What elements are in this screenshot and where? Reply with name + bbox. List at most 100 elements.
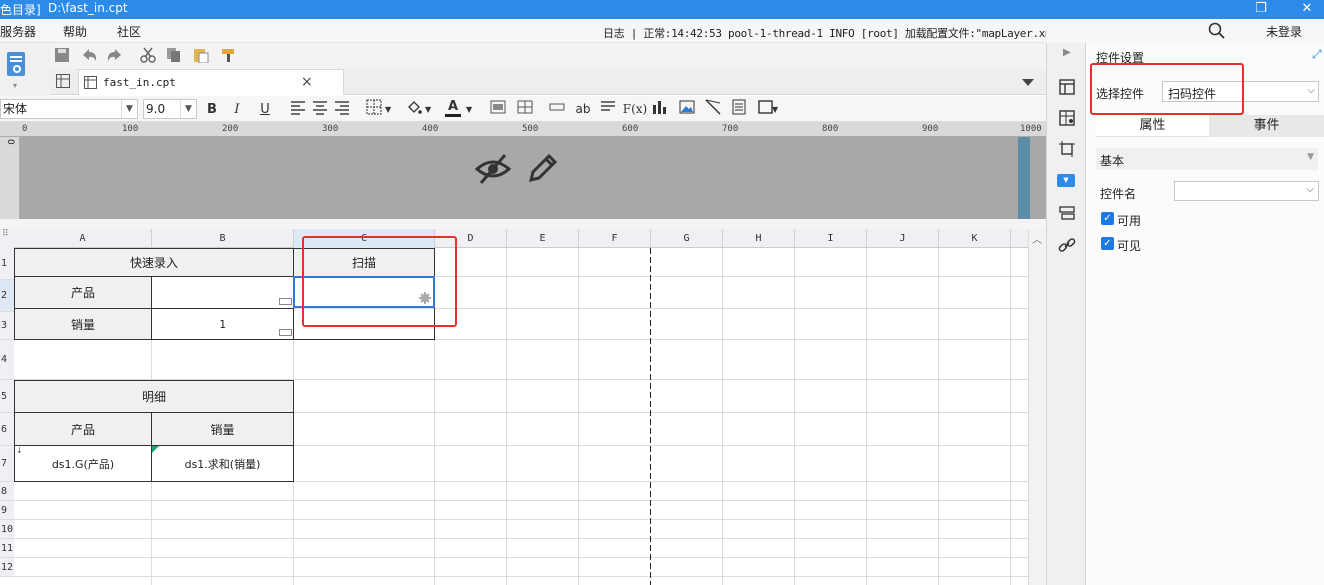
cell-element-icon[interactable] bbox=[1057, 108, 1077, 128]
row-4[interactable]: 4 bbox=[0, 340, 14, 380]
search-icon[interactable] bbox=[1208, 22, 1226, 40]
tab-events[interactable]: 事件 bbox=[1209, 115, 1324, 137]
chart-icon[interactable] bbox=[652, 99, 668, 119]
column-k[interactable]: K bbox=[939, 229, 1011, 248]
cell-product-label[interactable]: 产品 bbox=[14, 276, 152, 309]
tab-fast-in[interactable]: fast_in.cpt × bbox=[78, 69, 344, 95]
chevron-down-icon[interactable]: ▼ bbox=[772, 99, 778, 119]
font-family-select[interactable]: 宋体 ▼ bbox=[0, 99, 138, 119]
font-size-select[interactable]: 9.0 ▼ bbox=[143, 99, 197, 119]
template-dropdown-icon[interactable]: ▾ bbox=[13, 81, 17, 90]
cell-detail[interactable]: 明细 bbox=[14, 380, 294, 413]
cell-detail-sales[interactable]: 销量 bbox=[151, 412, 294, 446]
column-h[interactable]: H bbox=[723, 229, 795, 248]
cell-sales-label[interactable]: 销量 bbox=[14, 308, 152, 340]
font-color-button[interactable]: A bbox=[445, 99, 461, 117]
row-1[interactable]: 1 bbox=[0, 248, 14, 280]
column-g[interactable]: G bbox=[651, 229, 723, 248]
row-3[interactable]: 3 bbox=[0, 312, 14, 340]
cell-detail-product[interactable]: 产品 bbox=[14, 412, 152, 446]
widget-name-input[interactable]: ⌵ bbox=[1174, 181, 1319, 201]
text-align-icon[interactable] bbox=[600, 99, 616, 119]
condition-icon[interactable] bbox=[1057, 203, 1077, 223]
close-icon[interactable]: × bbox=[301, 74, 313, 90]
cell-attribute-icon[interactable] bbox=[1057, 77, 1077, 97]
merge-cells-icon[interactable] bbox=[490, 99, 506, 119]
float-element-icon[interactable] bbox=[1057, 139, 1077, 159]
column-a[interactable]: A bbox=[14, 229, 152, 248]
tab-menu-icon[interactable] bbox=[1022, 76, 1034, 88]
sheet-grid-icon[interactable] bbox=[56, 74, 70, 88]
page-header-area[interactable] bbox=[0, 137, 1046, 219]
redo-icon[interactable] bbox=[106, 47, 124, 63]
visible-checkbox[interactable]: ✓ bbox=[1101, 237, 1114, 250]
column-e[interactable]: E bbox=[507, 229, 579, 248]
undo-icon[interactable] bbox=[80, 47, 98, 63]
section-basic-header[interactable]: 基本 ▼ bbox=[1096, 148, 1318, 170]
diagonal-line-icon[interactable] bbox=[705, 99, 721, 119]
bold-button[interactable]: B bbox=[203, 99, 221, 119]
visible-label: 可见 bbox=[1117, 239, 1142, 253]
text-field-icon[interactable] bbox=[549, 99, 565, 119]
log-status[interactable]: 日志 | 正常:14:42:53 pool-1-thread-1 INFO [r… bbox=[603, 25, 1071, 41]
underline-button[interactable]: U bbox=[256, 99, 274, 119]
column-b[interactable]: B bbox=[152, 229, 294, 248]
row-2[interactable]: 2 bbox=[0, 280, 14, 312]
split-cells-icon[interactable] bbox=[517, 99, 533, 119]
cell-sales-value[interactable]: 1 bbox=[151, 308, 294, 340]
save-icon[interactable] bbox=[54, 47, 70, 63]
column-j[interactable]: J bbox=[867, 229, 939, 248]
template-icon[interactable] bbox=[5, 51, 29, 79]
chevron-down-icon[interactable]: ▼ bbox=[385, 99, 391, 119]
italic-button[interactable]: I bbox=[228, 99, 246, 119]
formula-button[interactable]: F(x) bbox=[623, 99, 647, 119]
fill-color-icon[interactable] bbox=[406, 99, 422, 119]
collapse-arrow-icon[interactable]: ▶ bbox=[1063, 47, 1071, 58]
ab-button[interactable]: ab bbox=[574, 99, 592, 119]
column-i[interactable]: I bbox=[795, 229, 867, 248]
image-icon[interactable] bbox=[679, 99, 695, 119]
cut-icon[interactable] bbox=[140, 47, 156, 63]
copy-icon[interactable] bbox=[166, 47, 182, 63]
cell-ds-sales[interactable]: ds1.求和(销量) bbox=[151, 445, 294, 482]
column-f[interactable]: F bbox=[579, 229, 651, 248]
enabled-checkbox[interactable]: ✓ bbox=[1101, 212, 1114, 225]
resize-icon[interactable]: ⤢ bbox=[1312, 47, 1322, 62]
menu-server[interactable]: 服务器 bbox=[0, 23, 36, 40]
login-link[interactable]: 未登录 bbox=[1266, 23, 1302, 40]
row-10[interactable]: 10 bbox=[0, 520, 14, 539]
cell-ds-product[interactable]: ds1.G(产品) ↓ bbox=[14, 445, 152, 482]
row-11[interactable]: 11 bbox=[0, 539, 14, 558]
row-5[interactable]: 5 bbox=[0, 380, 14, 413]
tab-properties[interactable]: 属性 bbox=[1096, 115, 1209, 137]
cell-product-input[interactable] bbox=[151, 276, 294, 309]
paste-icon[interactable] bbox=[192, 47, 210, 63]
row-9[interactable]: 9 bbox=[0, 501, 14, 520]
row-7[interactable]: 7 bbox=[0, 446, 14, 482]
close-window-button[interactable]: ✕ bbox=[1284, 0, 1324, 19]
scroll-up-icon[interactable]: ︿ bbox=[1032, 231, 1042, 246]
highlight-widget-select bbox=[1090, 63, 1244, 115]
link-icon[interactable] bbox=[1057, 235, 1077, 255]
align-left-icon[interactable] bbox=[290, 99, 306, 119]
menu-help[interactable]: 帮助 bbox=[63, 23, 87, 40]
row-12[interactable]: 12 bbox=[0, 558, 14, 577]
row-6[interactable]: 6 bbox=[0, 413, 14, 446]
vertical-scrollbar[interactable]: ︿ bbox=[1028, 229, 1046, 585]
chevron-down-icon[interactable]: ▼ bbox=[466, 99, 472, 119]
row-8[interactable]: 8 bbox=[0, 482, 14, 501]
align-center-icon[interactable] bbox=[312, 99, 328, 119]
select-all-corner[interactable]: ⠿ bbox=[0, 229, 14, 248]
eye-slash-icon[interactable] bbox=[475, 152, 511, 186]
chevron-down-icon[interactable]: ▼ bbox=[425, 99, 431, 119]
menu-community[interactable]: 社区 bbox=[117, 23, 141, 40]
format-painter-icon[interactable] bbox=[220, 47, 238, 63]
widget-settings-icon[interactable]: ▼ bbox=[1057, 174, 1075, 187]
pencil-icon[interactable] bbox=[527, 152, 559, 184]
cell-quick-entry[interactable]: 快速录入 bbox=[14, 248, 294, 277]
restore-button[interactable]: ❐ bbox=[1238, 0, 1284, 19]
align-right-icon[interactable] bbox=[334, 99, 350, 119]
border-icon[interactable] bbox=[366, 99, 382, 119]
sub-report-icon[interactable] bbox=[731, 99, 747, 119]
widget-name-label: 控件名 bbox=[1100, 187, 1137, 201]
